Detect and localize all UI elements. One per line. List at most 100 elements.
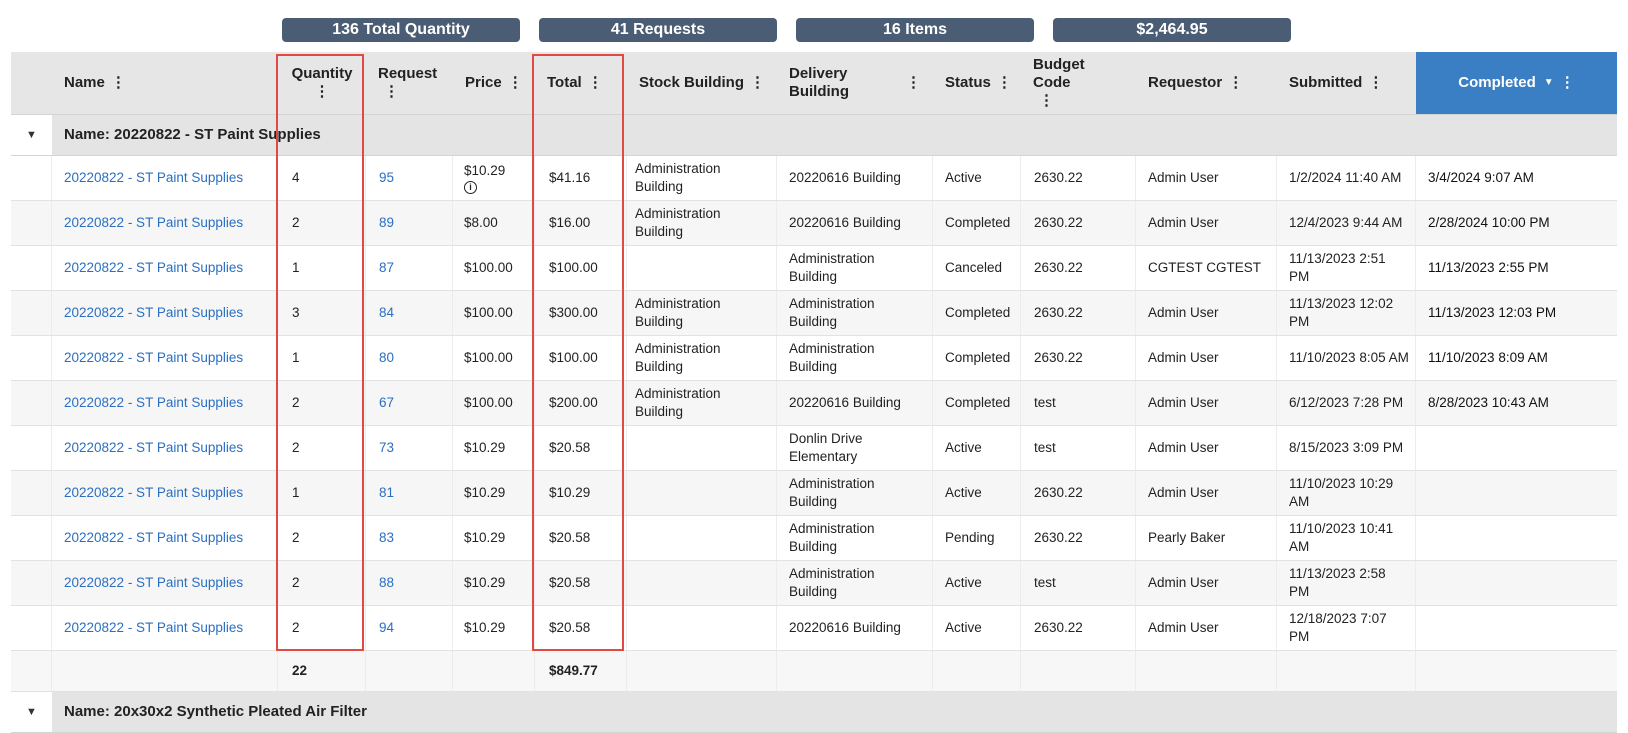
- budget-code-cell: 2630.22: [1021, 201, 1136, 245]
- request-link[interactable]: 67: [379, 394, 394, 412]
- quantity-cell: 2: [278, 201, 366, 245]
- request-cell: 87: [366, 246, 453, 290]
- request-link[interactable]: 88: [379, 574, 394, 592]
- stock-building-cell: [627, 471, 777, 515]
- group-toggle[interactable]: ▼: [11, 115, 52, 155]
- table-row: 20220822 - ST Paint Supplies 2 67 $100.00 $2…: [11, 381, 1617, 426]
- item-name-link[interactable]: 20220822 - ST Paint Supplies: [64, 169, 243, 187]
- item-name-link[interactable]: 20220822 - ST Paint Supplies: [64, 619, 243, 637]
- price-value: $10.29: [464, 530, 506, 545]
- footer-empty-cell: [1021, 651, 1136, 691]
- item-name-link[interactable]: 20220822 - ST Paint Supplies: [64, 529, 243, 547]
- budget-code-cell: 2630.22: [1021, 606, 1136, 650]
- quantity-cell: 2: [278, 606, 366, 650]
- row-spacer: [11, 381, 52, 425]
- quantity-cell: 2: [278, 516, 366, 560]
- status-cell: Active: [933, 471, 1021, 515]
- quantity-cell: 4: [278, 156, 366, 200]
- footer-empty-cell: [933, 651, 1021, 691]
- request-cell: 89: [366, 201, 453, 245]
- status-cell: Active: [933, 156, 1021, 200]
- column-header-price[interactable]: Price ⋮: [453, 52, 535, 114]
- request-cell: 81: [366, 471, 453, 515]
- item-name-link[interactable]: 20220822 - ST Paint Supplies: [64, 484, 243, 502]
- quantity-cell: 2: [278, 426, 366, 470]
- kebab-icon[interactable]: ⋮: [508, 74, 523, 92]
- column-header-total[interactable]: Total ⋮: [535, 52, 627, 114]
- request-link[interactable]: 87: [379, 259, 394, 277]
- column-header-submitted[interactable]: Submitted ⋮: [1277, 52, 1416, 114]
- item-name-link[interactable]: 20220822 - ST Paint Supplies: [64, 439, 243, 457]
- footer-empty-cell: [453, 651, 535, 691]
- group-header-row: ▼ Name: 20220822 - ST Paint Supplies: [11, 115, 1617, 156]
- request-link[interactable]: 80: [379, 349, 394, 367]
- item-name-link[interactable]: 20220822 - ST Paint Supplies: [64, 394, 243, 412]
- kebab-icon[interactable]: ⋮: [1560, 74, 1575, 92]
- kebab-icon[interactable]: ⋮: [997, 74, 1012, 92]
- status-cell: Active: [933, 561, 1021, 605]
- total-quantity-badge: 136 Total Quantity: [282, 18, 520, 42]
- group-toggle[interactable]: ▼: [11, 692, 52, 732]
- sort-descending-icon[interactable]: ▼: [1544, 74, 1554, 92]
- kebab-icon[interactable]: ⋮: [588, 74, 603, 92]
- delivery-building-cell: Donlin Drive Elementary: [777, 426, 933, 470]
- kebab-icon[interactable]: ⋮: [1228, 74, 1243, 92]
- item-name-link[interactable]: 20220822 - ST Paint Supplies: [64, 574, 243, 592]
- column-header-request[interactable]: Request ⋮: [366, 52, 453, 114]
- column-header-stock-building[interactable]: Stock Building ⋮: [627, 52, 777, 114]
- price-value: $8.00: [464, 215, 498, 230]
- kebab-icon[interactable]: ⋮: [906, 74, 921, 92]
- submitted-cell: 12/4/2023 9:44 AM: [1277, 201, 1416, 245]
- budget-code-cell: test: [1021, 426, 1136, 470]
- column-header-name[interactable]: Name ⋮: [52, 52, 278, 114]
- request-link[interactable]: 94: [379, 619, 394, 637]
- total-cell: $16.00: [535, 201, 627, 245]
- kebab-icon[interactable]: ⋮: [1368, 74, 1383, 92]
- completed-cell: 3/4/2024 9:07 AM: [1428, 170, 1534, 185]
- request-link[interactable]: 84: [379, 304, 394, 322]
- stock-building-cell: Administration Building: [627, 381, 777, 425]
- item-name-link[interactable]: 20220822 - ST Paint Supplies: [64, 214, 243, 232]
- column-header-delivery-building[interactable]: Delivery Building ⋮: [777, 52, 933, 114]
- item-name-link[interactable]: 20220822 - ST Paint Supplies: [64, 304, 243, 322]
- info-icon[interactable]: i: [464, 181, 477, 194]
- column-header-requestor[interactable]: Requestor ⋮: [1136, 52, 1277, 114]
- request-link[interactable]: 83: [379, 529, 394, 547]
- collapse-caret-icon[interactable]: ▼: [26, 703, 37, 721]
- quantity-cell: 3: [278, 291, 366, 335]
- item-name-link[interactable]: 20220822 - ST Paint Supplies: [64, 349, 243, 367]
- footer-empty-cell: [777, 651, 933, 691]
- column-header-status[interactable]: Status ⋮: [933, 52, 1021, 114]
- kebab-icon[interactable]: ⋮: [750, 74, 765, 92]
- table-row: 20220822 - ST Paint Supplies 1 81 $10.29 $10…: [11, 471, 1617, 516]
- kebab-icon[interactable]: ⋮: [315, 83, 330, 100]
- request-link[interactable]: 89: [379, 214, 394, 232]
- request-link[interactable]: 73: [379, 439, 394, 457]
- kebab-icon[interactable]: ⋮: [384, 83, 399, 100]
- kebab-icon[interactable]: ⋮: [111, 74, 126, 92]
- total-cost-badge: $2,464.95: [1053, 18, 1291, 42]
- kebab-icon[interactable]: ⋮: [1039, 92, 1054, 109]
- table-row: 20220822 - ST Paint Supplies 2 73 $10.29 $20…: [11, 426, 1617, 471]
- column-header-completed[interactable]: Completed ▼ ⋮: [1416, 52, 1617, 114]
- table-row: 20220822 - ST Paint Supplies 4 95 $10.29 i $4…: [11, 156, 1617, 201]
- column-header-budget-code[interactable]: Budget Code ⋮: [1021, 52, 1136, 114]
- collapse-caret-icon[interactable]: ▼: [26, 126, 37, 144]
- request-link[interactable]: 81: [379, 484, 394, 502]
- stock-building-cell: [627, 561, 777, 605]
- group-label: Name: 20220822 - ST Paint Supplies: [64, 126, 321, 143]
- requestor-cell: Admin User: [1136, 336, 1277, 380]
- name-cell: 20220822 - ST Paint Supplies: [52, 291, 278, 335]
- name-cell: 20220822 - ST Paint Supplies: [52, 606, 278, 650]
- request-link[interactable]: 95: [379, 169, 394, 187]
- status-cell: Completed: [933, 201, 1021, 245]
- budget-code-cell: 2630.22: [1021, 516, 1136, 560]
- item-name-link[interactable]: 20220822 - ST Paint Supplies: [64, 259, 243, 277]
- price-cell: $10.29: [453, 426, 535, 470]
- column-header-quantity[interactable]: Quantity ⋮: [278, 52, 366, 114]
- delivery-building-cell: 20220616 Building: [777, 201, 933, 245]
- price-value: $10.29: [464, 575, 506, 590]
- stock-building-cell: Administration Building: [627, 291, 777, 335]
- completed-cell: [1416, 426, 1617, 470]
- footer-empty-cell: [366, 651, 453, 691]
